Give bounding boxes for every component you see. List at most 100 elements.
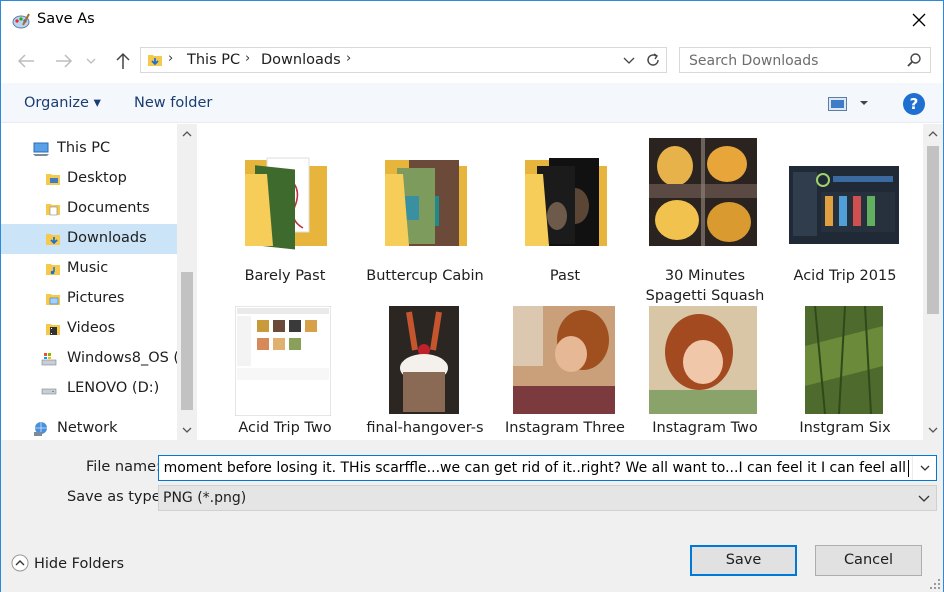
search-box[interactable]: Search Downloads <box>679 47 931 73</box>
sidebar-item-label: LENOVO (D:) <box>67 380 160 396</box>
up-button[interactable] <box>111 49 135 73</box>
drive-icon <box>41 388 57 395</box>
help-icon[interactable]: ? <box>903 93 925 115</box>
documents-folder-icon <box>46 204 60 216</box>
folder-icon <box>525 158 607 246</box>
chevron-down-icon <box>182 427 192 433</box>
breadcrumb-separator-icon: › <box>346 51 352 66</box>
save-as-type-select[interactable]: PNG (*.png) <box>158 485 937 511</box>
sidebar-item-documents[interactable]: Documents <box>1 194 177 224</box>
save-as-type-value: PNG (*.png) <box>163 490 247 506</box>
up-arrow-icon <box>116 52 130 69</box>
navigation-pane: This PC Desktop Documents Downloads Musi… <box>1 124 197 440</box>
file-name-label: Acid Trip Two <box>238 420 332 436</box>
image-thumbnail <box>235 306 331 416</box>
file-tile-past[interactable]: Past <box>495 134 635 284</box>
image-thumbnail <box>789 166 899 244</box>
sidebar-item-downloads[interactable]: Downloads <box>1 224 177 254</box>
file-tile-instgram-six[interactable]: Instgram Six <box>775 302 915 440</box>
save-button[interactable]: Save <box>690 545 797 576</box>
chevron-down-icon <box>920 465 929 471</box>
title-bar: Save As <box>1 1 943 39</box>
hide-folders-button[interactable]: Hide Folders <box>34 556 124 572</box>
new-folder-button[interactable]: New folder <box>134 95 212 111</box>
sidebar-item-lenovo-d[interactable]: LENOVO (D:) <box>1 374 177 404</box>
music-folder-icon <box>46 264 60 275</box>
image-thumbnail <box>513 306 615 414</box>
close-icon <box>912 13 926 27</box>
sidebar-item-desktop[interactable]: Desktop <box>1 164 177 194</box>
refresh-icon[interactable] <box>644 51 662 69</box>
file-tile-instagram-two[interactable]: Instagram Two <box>635 302 775 440</box>
recent-locations-button[interactable] <box>83 49 99 73</box>
breadcrumb-this-pc[interactable]: This PC <box>187 52 240 68</box>
scroll-up-arrow[interactable] <box>923 124 943 144</box>
file-tile-acid-trip-2015[interactable]: Acid Trip 2015 <box>775 134 915 284</box>
drive-icon <box>41 353 57 366</box>
videos-folder-icon <box>46 324 60 335</box>
chevron-down-icon <box>918 495 930 502</box>
resize-grip-icon[interactable] <box>929 578 941 590</box>
image-thumbnail <box>389 306 459 414</box>
file-name-label: 30 Minutes Spagetti Squash <box>645 268 765 304</box>
sidebar-item-label: Pictures <box>67 290 125 306</box>
file-name-label: Instagram Two <box>652 420 758 436</box>
breadcrumb-downloads[interactable]: Downloads <box>261 52 341 68</box>
search-input[interactable]: Search Downloads <box>689 53 818 69</box>
file-name-label: Barely Past <box>244 268 326 284</box>
chevron-down-icon <box>928 427 938 433</box>
file-name-value: ure this moment before losing it. THis s… <box>158 460 906 476</box>
image-thumbnail <box>649 306 757 414</box>
close-button[interactable] <box>899 1 939 39</box>
file-list-scrollbar[interactable] <box>923 124 943 440</box>
file-name-input[interactable]: ure this moment before losing it. THis s… <box>158 455 937 481</box>
scroll-down-arrow[interactable] <box>177 420 197 440</box>
address-bar[interactable]: › This PC › Downloads › <box>140 47 667 73</box>
file-tile-final-hangover[interactable]: final-hangover-s <box>355 302 495 440</box>
file-name-label: Instgram Six <box>799 420 891 436</box>
sidebar-item-videos[interactable]: Videos <box>1 314 177 344</box>
file-name-label: Buttercup Cabin <box>366 268 484 284</box>
scroll-down-arrow[interactable] <box>923 420 943 440</box>
sidebar-item-label: Music <box>67 260 109 276</box>
forward-button[interactable] <box>52 49 76 73</box>
navigation-scrollbar[interactable] <box>177 124 197 440</box>
command-bar: Organize ▾ New folder ? <box>1 83 943 123</box>
organize-button[interactable]: Organize ▾ <box>24 95 101 111</box>
paint-app-icon <box>12 13 30 29</box>
file-name-label: Instagram Three <box>505 420 625 436</box>
change-view-icon[interactable] <box>828 97 848 111</box>
sidebar-item-label: Documents <box>67 200 150 216</box>
breadcrumb-separator-icon: › <box>168 51 174 66</box>
back-arrow-icon <box>17 54 34 68</box>
file-name-label: File name: <box>86 459 161 475</box>
scroll-thumb[interactable] <box>927 146 939 314</box>
file-tile-buttercup-cabin[interactable]: Buttercup Cabin <box>355 134 495 284</box>
sidebar-item-music[interactable]: Music <box>1 254 177 284</box>
file-name-label: final-hangover-s <box>366 420 484 436</box>
back-button[interactable] <box>14 49 38 73</box>
file-tile-acid-trip-two[interactable]: Acid Trip Two <box>215 302 355 440</box>
file-tile-spaghetti-squash[interactable]: 30 Minutes Spagetti Squash <box>635 134 775 304</box>
file-name-dropdown-button[interactable] <box>912 456 936 480</box>
cancel-button[interactable]: Cancel <box>815 545 922 576</box>
scroll-thumb[interactable] <box>181 272 193 410</box>
folder-icon <box>385 160 467 246</box>
save-form: File name: ure this moment before losing… <box>1 440 943 592</box>
forward-arrow-icon <box>56 54 73 68</box>
address-dropdown-icon[interactable] <box>622 51 636 69</box>
sidebar-item-windows8-os[interactable]: Windows8_OS (C <box>1 344 177 374</box>
file-name-label: Past <box>549 268 581 284</box>
scroll-up-arrow[interactable] <box>177 124 197 144</box>
save-as-dialog: Save As › This PC › Downloads › Search D… <box>0 0 944 592</box>
sidebar-item-label: Network <box>57 420 118 436</box>
sidebar-item-pictures[interactable]: Pictures <box>1 284 177 314</box>
file-name-label: Acid Trip 2015 <box>793 268 897 284</box>
folder-icon <box>245 157 327 250</box>
collapse-up-icon[interactable] <box>11 554 29 572</box>
sidebar-item-this-pc[interactable]: This PC <box>1 134 177 164</box>
file-tile-barely-past[interactable]: Barely Past <box>215 134 355 284</box>
view-dropdown-icon[interactable] <box>859 100 869 106</box>
downloads-folder-icon <box>148 55 162 66</box>
file-tile-instagram-three[interactable]: Instagram Three <box>495 302 635 440</box>
